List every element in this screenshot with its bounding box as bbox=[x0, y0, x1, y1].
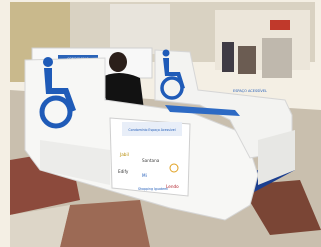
sponsor-logo-2: Santana bbox=[142, 158, 160, 163]
sponsor-logo-1: Jabil bbox=[119, 152, 129, 157]
sponsor-logo-4: Mi bbox=[142, 173, 147, 178]
sponsor-logo-6: Shopping Iguatemi bbox=[138, 187, 168, 191]
person-head bbox=[109, 52, 127, 72]
photo-scene: CONDOMINIO ESPAÇO ACESSÍVEL ESPAÇO ACESS… bbox=[0, 0, 321, 247]
info-panel-header: Condomínio Espaço Acessível bbox=[128, 128, 175, 132]
store-rack-2 bbox=[238, 46, 256, 74]
floor-tile-brown bbox=[60, 200, 150, 247]
scene-svg: CONDOMINIO ESPAÇO ACESSÍVEL ESPAÇO ACESS… bbox=[0, 0, 321, 247]
sponsor-logo-3: Edify bbox=[118, 169, 129, 174]
side-sign-text: ESPAÇO ACESSÍVEL bbox=[233, 88, 267, 93]
shop-front bbox=[110, 4, 170, 54]
store-sign-red bbox=[270, 20, 290, 30]
store-rack bbox=[222, 42, 234, 72]
store-display bbox=[262, 38, 292, 78]
